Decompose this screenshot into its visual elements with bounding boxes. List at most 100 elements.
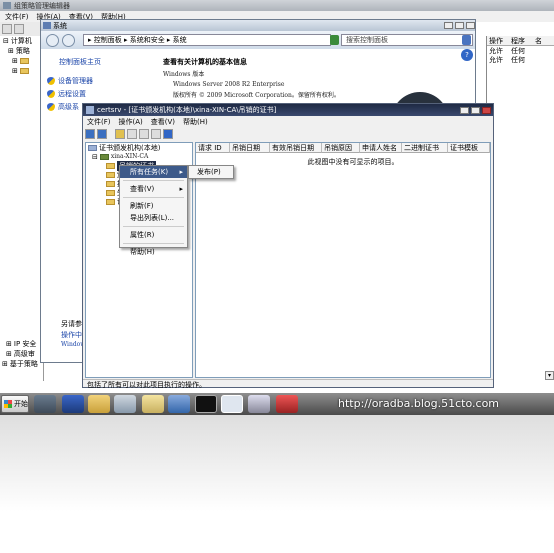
- cs-menu-view[interactable]: 查看(V): [151, 117, 175, 127]
- menu-item-refresh[interactable]: 刷新(F): [120, 200, 187, 212]
- col-header[interactable]: 请求 ID: [196, 143, 230, 153]
- gp-tree: ⊟ 计算机 ⊞ 策略 ⊞ ⊞ ⊞ IP 安全 ⊞ 高级审 ⊞ 基于策略: [0, 36, 44, 381]
- gp-app-icon: [3, 2, 11, 9]
- col-header[interactable]: 程序: [511, 36, 535, 46]
- search-icon[interactable]: [462, 35, 471, 45]
- gp-titlebar: 组策略管理编辑器: [0, 0, 554, 11]
- submenu-arrow-icon: ▸: [179, 185, 183, 193]
- menu-item-properties[interactable]: 属性(R): [120, 229, 187, 241]
- gp-rules-header: 操作 程序 名: [487, 36, 554, 46]
- taskbar: 开始 http://oradba.blog.51cto.com: [0, 393, 554, 415]
- menu-separator: [123, 180, 184, 181]
- close-button[interactable]: [482, 106, 491, 114]
- gp-menu-file[interactable]: 文件(F): [5, 12, 29, 22]
- forward-icon[interactable]: [62, 33, 75, 47]
- help-icon[interactable]: [163, 129, 173, 139]
- menu-item-all-tasks[interactable]: 所有任务(K) ▸: [120, 166, 187, 178]
- cp-breadcrumb[interactable]: ▸ 控制面板 ▸ 系统和安全 ▸ 系统: [83, 34, 331, 46]
- submenu-publish[interactable]: 发布(P): [188, 165, 234, 179]
- tree-root[interactable]: 证书颁发机构(本地): [86, 143, 192, 152]
- export-icon[interactable]: [151, 129, 161, 139]
- cs-toolbar: [83, 127, 493, 141]
- minimize-button[interactable]: [460, 106, 469, 114]
- server-manager-icon[interactable]: [34, 395, 56, 413]
- submenu-arrow-icon: ▸: [179, 168, 183, 176]
- col-header[interactable]: 有效吊销日期: [270, 143, 322, 153]
- cp-title: 系统: [53, 21, 67, 30]
- start-button[interactable]: 开始: [1, 395, 29, 413]
- remote-settings-link[interactable]: 远程设置: [41, 87, 123, 100]
- gp-tree-item[interactable]: ⊞: [0, 56, 43, 66]
- gp-rules-pane: 操作 程序 名 允许 任何 允许 任何 ▾: [486, 36, 554, 381]
- cs-menu-action[interactable]: 操作(A): [119, 117, 143, 127]
- forward-icon[interactable]: [14, 24, 24, 34]
- refresh-icon[interactable]: [330, 35, 339, 45]
- back-icon[interactable]: [46, 33, 59, 47]
- menu-item-export[interactable]: 导出列表(L)...: [120, 212, 187, 224]
- cs-menubar: 文件(F) 操作(A) 查看(V) 帮助(H): [83, 116, 493, 127]
- col-header[interactable]: 吊销日期: [230, 143, 270, 153]
- watermark-text: http://oradba.blog.51cto.com: [338, 397, 500, 410]
- menu-separator: [123, 243, 184, 244]
- toolbox-icon[interactable]: [276, 395, 298, 413]
- cs-menu-file[interactable]: 文件(F): [87, 117, 111, 127]
- windows-flag-icon: [4, 400, 12, 408]
- menu-separator: [123, 197, 184, 198]
- help-icon[interactable]: ?: [461, 49, 473, 61]
- col-header[interactable]: 证书模板: [448, 143, 490, 153]
- gp-tree-item[interactable]: ⊞ 高级审: [0, 349, 44, 359]
- edition-value: Windows Server 2008 R2 Enterprise: [173, 81, 285, 88]
- cp-titlebar: 系统: [41, 20, 475, 31]
- menu-item-view[interactable]: 查看(V) ▸: [120, 183, 187, 195]
- close-button[interactable]: [466, 22, 475, 29]
- reflection-effect: [0, 415, 554, 553]
- back-icon[interactable]: [2, 24, 12, 34]
- cp-search-input[interactable]: 搜索控制面板: [341, 34, 473, 46]
- powershell-icon[interactable]: [62, 395, 84, 413]
- device-manager-link[interactable]: 设备管理器: [41, 74, 123, 87]
- forward-icon[interactable]: [97, 129, 107, 139]
- cs-menu-help[interactable]: 帮助(H): [183, 117, 208, 127]
- table-row[interactable]: 允许 任何: [487, 55, 554, 64]
- ca-icon: [88, 144, 97, 151]
- remote-desktop-icon[interactable]: [168, 395, 190, 413]
- certsrv-task-icon[interactable]: [221, 395, 243, 413]
- refresh-icon[interactable]: [139, 129, 149, 139]
- menu-item-help[interactable]: 帮助(H): [120, 246, 187, 258]
- network-icon[interactable]: [114, 395, 136, 413]
- system-icon: [43, 22, 51, 29]
- shield-icon: [47, 89, 55, 98]
- col-header[interactable]: 名: [535, 36, 553, 46]
- cp-home-link[interactable]: 控制面板主页: [41, 55, 123, 68]
- col-header[interactable]: 申请人姓名: [360, 143, 402, 153]
- maximize-button[interactable]: [455, 22, 464, 29]
- maximize-button[interactable]: [471, 106, 480, 114]
- gp-tree-bottom: ⊞ IP 安全 ⊞ 高级审 ⊞ 基于策略: [0, 339, 44, 369]
- gp-tree-item[interactable]: ⊞ 基于策略: [0, 359, 44, 369]
- folder-icon[interactable]: [142, 395, 164, 413]
- col-header[interactable]: 二进制证书: [402, 143, 448, 153]
- col-header[interactable]: 吊销原因: [322, 143, 360, 153]
- minimize-button[interactable]: [444, 22, 453, 29]
- gp-tree-item[interactable]: ⊞ 策略: [0, 46, 43, 56]
- gp-tree-item[interactable]: ⊞ IP 安全: [0, 339, 44, 349]
- scroll-down-icon[interactable]: ▾: [545, 371, 554, 380]
- menu-separator: [123, 226, 184, 227]
- gp-tree-item[interactable]: ⊟ 计算机: [0, 36, 43, 46]
- cmd-icon[interactable]: [195, 395, 217, 413]
- gp-tree-item[interactable]: ⊞: [0, 66, 43, 76]
- context-menu: 所有任务(K) ▸ 查看(V) ▸ 刷新(F) 导出列表(L)... 属性(R) 帮…: [119, 165, 188, 256]
- shield-icon: [47, 102, 55, 111]
- gp-title: 组策略管理编辑器: [14, 1, 70, 10]
- cs-title: certsrv - [证书颁发机构(本地)\xina-XIN-CA\吊销的证书]: [97, 106, 277, 114]
- col-header[interactable]: 操作: [487, 36, 511, 46]
- shield-icon: [47, 76, 55, 85]
- gp-toolbar: [0, 22, 44, 36]
- cs-titlebar: certsrv - [证书颁发机构(本地)\xina-XIN-CA\吊销的证书]: [83, 104, 493, 116]
- show-tree-icon[interactable]: [127, 129, 137, 139]
- task-icon[interactable]: [248, 395, 270, 413]
- back-icon[interactable]: [85, 129, 95, 139]
- status-bar: 包括了所有可以对此项目执行的操作。: [83, 379, 493, 389]
- explorer-icon[interactable]: [88, 395, 110, 413]
- up-folder-icon[interactable]: [115, 129, 125, 139]
